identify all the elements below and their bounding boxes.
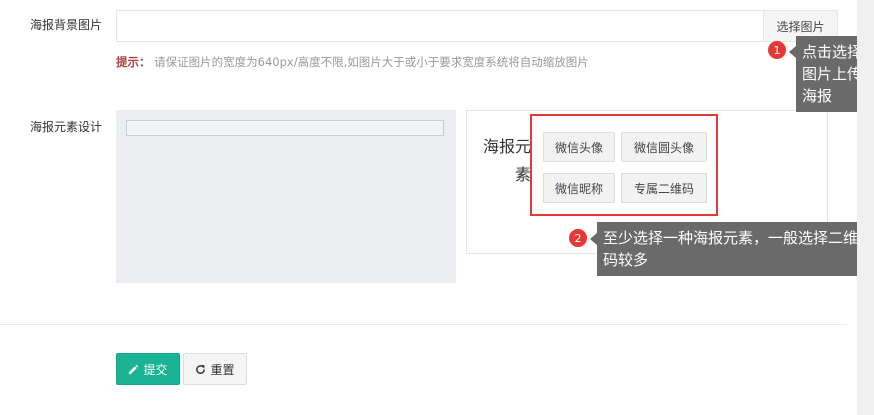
- section-divider: [0, 324, 847, 325]
- reset-button[interactable]: 重置: [183, 353, 247, 385]
- poster-settings-page: 海报背景图片 选择图片 提示： 请保证图片的宽度为640px/高度不限,如图片大…: [0, 0, 874, 415]
- scrollbar[interactable]: [857, 0, 874, 415]
- elements-title: 海报元素: [482, 137, 531, 184]
- upload-hint: 提示： 请保证图片的宽度为640px/高度不限,如图片大于或小于要求宽度系统将自…: [116, 54, 589, 70]
- poster-canvas[interactable]: [116, 110, 456, 283]
- tip-2-arrow: [590, 233, 597, 245]
- tip-2-tooltip: 至少选择一种海报元素，一般选择二维码较多: [597, 222, 868, 276]
- design-label: 海报元素设计: [30, 120, 103, 134]
- tip-1-arrow: [789, 46, 796, 58]
- bg-image-input[interactable]: [116, 10, 764, 42]
- reset-label: 重置: [210, 362, 235, 377]
- submit-button[interactable]: 提交: [116, 353, 180, 385]
- hint-key: 提示：: [116, 55, 151, 69]
- canvas-background-bar: [126, 120, 444, 136]
- submit-label: 提交: [143, 362, 168, 377]
- refresh-icon: [195, 364, 206, 375]
- bg-image-label: 海报背景图片: [30, 18, 103, 32]
- tip-1-marker: 1: [768, 41, 786, 59]
- elements-highlight-frame: [530, 114, 718, 216]
- hint-text: 请保证图片的宽度为640px/高度不限,如图片大于或小于要求宽度系统将自动缩放图…: [154, 55, 589, 69]
- pencil-icon: [128, 364, 139, 375]
- tip-2-marker: 2: [569, 229, 587, 247]
